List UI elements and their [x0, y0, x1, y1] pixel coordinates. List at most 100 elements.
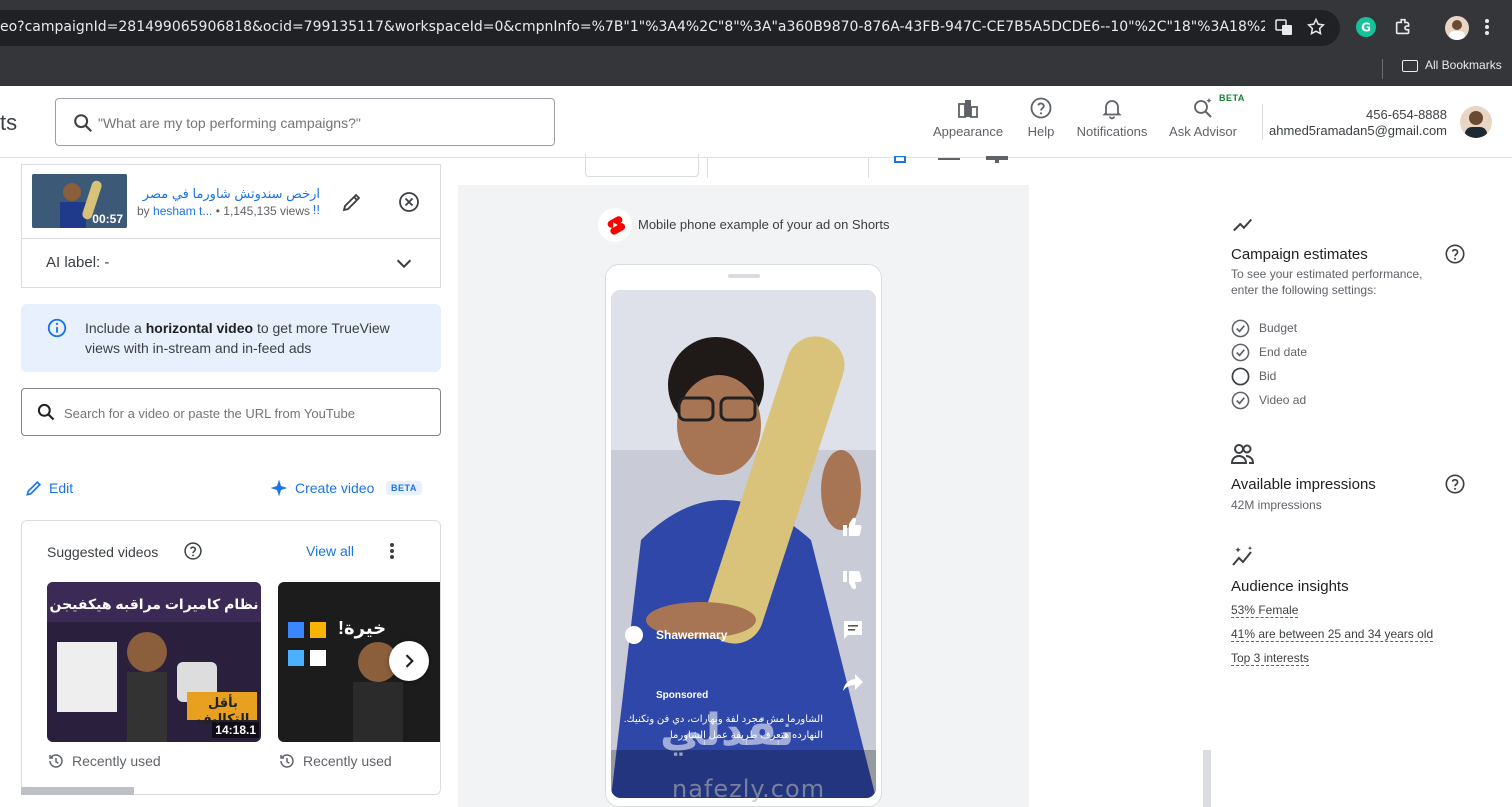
check-end-date-label: End date: [1259, 345, 1308, 359]
history-icon: [49, 754, 63, 768]
profile-avatar[interactable]: [1445, 16, 1469, 40]
edit-label: Edit: [49, 480, 74, 496]
help-icon[interactable]: [183, 541, 203, 561]
campaign-estimates-section: Campaign estimates: [1231, 246, 1368, 263]
notifications-button[interactable]: Notifications: [1073, 96, 1151, 139]
recently-used-label-2: Recently used: [303, 753, 392, 769]
watermark-logo: نفدلي: [660, 705, 795, 756]
extensions-puzzle-icon[interactable]: [1393, 16, 1417, 40]
youtube-shorts-icon: [607, 216, 626, 235]
audience-interests-link[interactable]: Top 3 interests: [1231, 651, 1310, 666]
star-bookmark-icon[interactable]: [1305, 17, 1327, 39]
vertical-scrollbar[interactable]: [1203, 750, 1211, 807]
horizontal-video-tip: Include a horizontal video to get more T…: [21, 304, 441, 372]
suggested-video-thumbnail[interactable]: نظام كاميرات مراقبه هيكفيجن بأقل التكالي…: [47, 582, 261, 742]
advisor-search-box[interactable]: [55, 98, 555, 146]
campaign-estimates-title: Campaign estimates: [1231, 246, 1368, 263]
appearance-label: Appearance: [932, 124, 1004, 139]
audience-female-link[interactable]: 53% Female: [1231, 603, 1299, 618]
grammarly-extension-icon[interactable]: G: [1355, 16, 1379, 40]
search-icon: [74, 114, 93, 133]
chevron-down-icon[interactable]: [393, 252, 415, 274]
appearance-button[interactable]: Appearance: [930, 96, 1006, 139]
empty-circle-icon: [1231, 367, 1250, 386]
url-text[interactable]: eo?campaignId=281499065906818&ocid=79913…: [0, 19, 1265, 35]
youtube-search-input[interactable]: [64, 402, 424, 424]
info-icon: [47, 318, 67, 338]
more-vert-icon[interactable]: [382, 541, 402, 561]
audience-title: Audience insights: [1231, 578, 1349, 595]
preview-channel-name: Shawermary: [656, 628, 728, 642]
carousel-next-button[interactable]: [389, 641, 429, 681]
history-icon: [280, 754, 294, 768]
video-duration: 00:57: [92, 212, 123, 226]
address-bar[interactable]: eo?campaignId=281499065906818&ocid=79913…: [0, 10, 1340, 46]
chevron-right-icon: [405, 654, 414, 668]
audience-age-link[interactable]: 41% are between 25 and 34 years old: [1231, 627, 1434, 642]
preview-toolbar: [458, 154, 1029, 185]
check-circle-icon: [1231, 391, 1250, 410]
thumbnail-2-overlay-title: خيرة!: [338, 618, 387, 638]
appearance-icon: [958, 100, 978, 118]
suggested-videos-card: Suggested videos View all نظام كاميرات م…: [21, 520, 441, 795]
tablet-device-icon[interactable]: [938, 156, 960, 162]
search-icon: [37, 403, 55, 421]
chrome-menu-icon[interactable]: [1484, 16, 1492, 40]
toolbar-divider: [707, 158, 708, 178]
check-circle-icon: [1231, 319, 1250, 338]
shorts-logo: [598, 208, 632, 242]
impressions-value: 42M impressions: [1231, 498, 1322, 512]
horizontal-scrollbar[interactable]: [21, 787, 134, 795]
info-prefix: Include a: [85, 320, 142, 336]
recently-used-label: Recently used: [72, 753, 161, 769]
youtube-video-search[interactable]: [21, 388, 441, 436]
help-button[interactable]: Help: [1023, 96, 1059, 139]
ai-label-text: AI label: -: [46, 254, 110, 271]
folder-icon[interactable]: [1402, 60, 1418, 72]
check-circle-icon: [1231, 343, 1250, 362]
channel-link[interactable]: hesham t...: [153, 204, 212, 218]
mobile-device-icon[interactable]: [892, 156, 908, 164]
desktop-device-icon[interactable]: [986, 156, 1008, 164]
info-text: Include a horizontal video to get more T…: [85, 318, 425, 358]
advisor-search-input[interactable]: [98, 111, 538, 135]
avatar[interactable]: [1460, 106, 1492, 138]
sparkle-icon: [270, 479, 288, 497]
page-title: ts: [0, 110, 18, 135]
preview-format-dropdown[interactable]: [585, 154, 699, 177]
phone-notch: [728, 274, 760, 278]
by-prefix: by: [137, 204, 150, 218]
share-icon: [843, 674, 863, 691]
channel-avatar: [625, 626, 643, 644]
selected-video-thumbnail[interactable]: 00:57: [32, 174, 127, 228]
help-icon[interactable]: [1444, 473, 1466, 495]
pencil-icon: [26, 480, 42, 496]
impressions-section: Available impressions: [1231, 476, 1376, 493]
preview-label: Mobile phone example of your ad on Short…: [638, 217, 890, 232]
dislike-icon: [843, 570, 862, 590]
bell-icon: [1102, 100, 1122, 120]
browser-chrome: eo?campaignId=281499065906818&ocid=79913…: [0, 0, 1512, 86]
remove-video-icon[interactable]: [397, 190, 421, 214]
all-bookmarks-link[interactable]: All Bookmarks: [1425, 58, 1502, 72]
help-label: Help: [1027, 124, 1055, 139]
create-video-label: Create video: [295, 480, 375, 496]
app-header: ts Appearance Help Notifications Ask Adv…: [0, 86, 1512, 158]
thumbnail-overlay-title: نظام كاميرات مراقبه هيكفيجن: [49, 596, 259, 612]
suggested-videos-title: Suggested videos: [47, 544, 159, 560]
video-meta: by hesham t... • 1,145,135 views: [137, 204, 310, 218]
people-icon: [1231, 444, 1255, 464]
view-all-link[interactable]: View all: [306, 543, 354, 559]
advisor-beta-badge: BETA: [1219, 93, 1245, 103]
audience-section: Audience insights: [1231, 578, 1349, 595]
impressions-value-wrap: 42M impressions: [1231, 497, 1322, 513]
watermark-url: nafezly.com: [672, 775, 826, 803]
svg-text:G: G: [1361, 21, 1371, 35]
translate-icon[interactable]: [1273, 17, 1295, 39]
help-icon[interactable]: [1444, 243, 1466, 265]
create-video-beta-badge: BETA: [386, 481, 422, 495]
bookmarks-separator: [1382, 59, 1383, 79]
sponsored-label: Sponsored: [656, 690, 709, 701]
edit-pencil-icon[interactable]: [340, 190, 364, 214]
advisor-sparkle-search-icon: [1194, 98, 1212, 118]
